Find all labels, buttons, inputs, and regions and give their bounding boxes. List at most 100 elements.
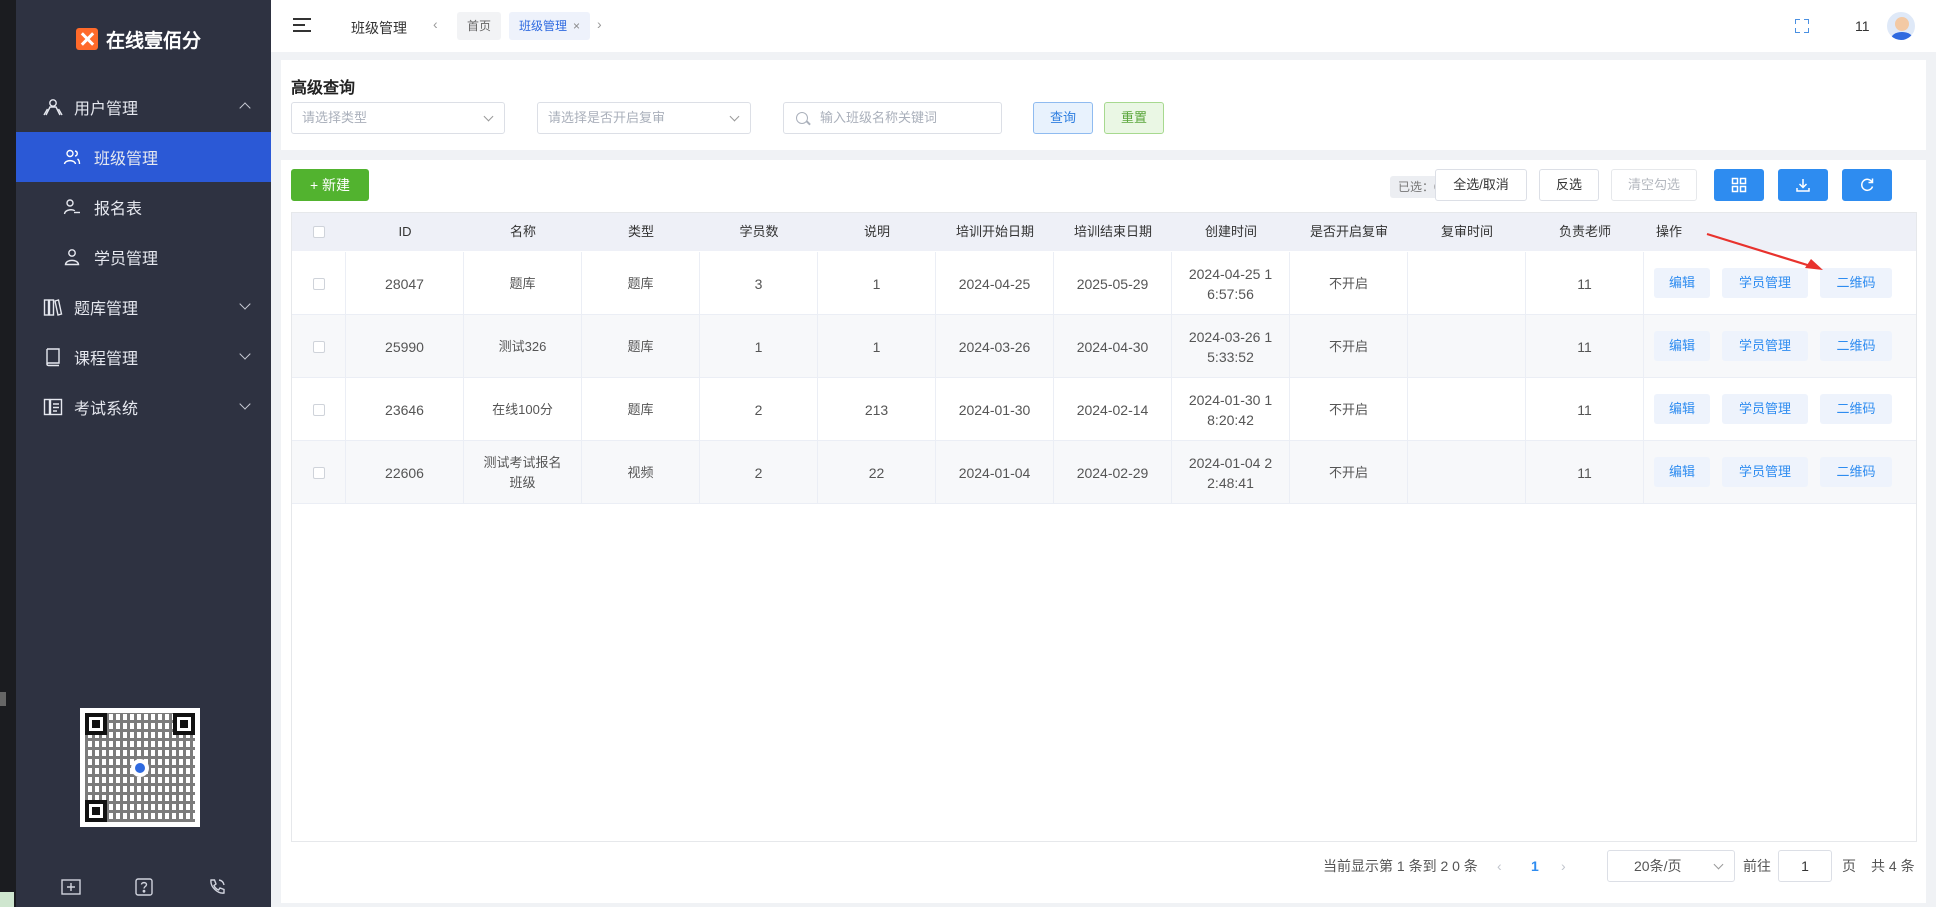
- column-header[interactable]: 名称: [464, 213, 582, 251]
- row-checkbox[interactable]: [292, 441, 346, 504]
- cell-id: 25990: [346, 315, 464, 378]
- cell-id: 22606: [346, 441, 464, 504]
- cell-line: 2024-01-04 2: [1188, 454, 1273, 471]
- menu-label: 课程管理: [74, 351, 139, 368]
- sidebar-item-label: 报名表: [94, 201, 143, 218]
- menu-exam-system[interactable]: 考试系统: [16, 382, 271, 432]
- collapse-sidebar-icon[interactable]: [60, 876, 82, 898]
- panel-title: 高级查询: [291, 80, 356, 97]
- menu-toggle-icon[interactable]: [293, 18, 311, 32]
- sidebar-item-student-management[interactable]: 学员管理: [16, 232, 271, 282]
- table-row[interactable]: 23646 在线100分 题库 2 213 2024-01-30 2024-02…: [292, 378, 1916, 441]
- column-header[interactable]: 说明: [818, 213, 936, 251]
- column-header[interactable]: 是否开启复审: [1290, 213, 1408, 251]
- top-bar: 班级管理 ‹ 首页 班级管理 × › 11: [271, 0, 1936, 52]
- cell-line: 6:57:56: [1207, 285, 1254, 302]
- goto-page-input[interactable]: 1: [1778, 850, 1832, 882]
- tab-home[interactable]: 首页: [457, 12, 502, 40]
- menu-user-management[interactable]: 用户管理: [16, 82, 271, 132]
- qrcode-button[interactable]: 二维码: [1820, 268, 1892, 298]
- new-button[interactable]: + 新建: [291, 169, 369, 201]
- column-header[interactable]: 类型: [582, 213, 700, 251]
- student-management-button[interactable]: 学员管理: [1722, 457, 1808, 487]
- type-select[interactable]: 请选择类型: [291, 102, 505, 134]
- select-all-button[interactable]: 全选/取消: [1435, 169, 1527, 201]
- qrcode-button[interactable]: 二维码: [1820, 331, 1892, 361]
- prev-page-icon[interactable]: ‹: [1497, 850, 1502, 882]
- select-placeholder: 请选择是否开启复审: [548, 110, 666, 125]
- column-header[interactable]: 培训开始日期: [936, 213, 1054, 251]
- menu-question-bank[interactable]: 题库管理: [16, 282, 271, 332]
- tab-label: 首页: [467, 19, 492, 33]
- grid-view-button[interactable]: [1714, 169, 1764, 201]
- column-header: 操作: [1655, 224, 1682, 239]
- sidebar-item-class-management[interactable]: 班级管理: [16, 132, 271, 182]
- download-button[interactable]: [1778, 169, 1828, 201]
- page-size-select[interactable]: 20条/页: [1607, 850, 1735, 882]
- goto-label: 前往: [1743, 858, 1771, 874]
- student-management-button[interactable]: 学员管理: [1722, 394, 1808, 424]
- cell-teacher: 11: [1526, 441, 1644, 504]
- cell-name: 在线100分: [464, 378, 582, 441]
- page-number-current[interactable]: 1: [1531, 850, 1539, 882]
- column-header[interactable]: 复审时间: [1408, 213, 1526, 251]
- edit-button[interactable]: 编辑: [1654, 457, 1710, 487]
- cell-start-date: 2024-01-30: [936, 378, 1054, 441]
- student-management-button[interactable]: 学员管理: [1722, 331, 1808, 361]
- student-management-button[interactable]: 学员管理: [1722, 268, 1808, 298]
- input-placeholder: 输入班级名称关键词: [820, 110, 938, 125]
- chevron-down-icon: [483, 111, 494, 122]
- tab-class-management[interactable]: 班级管理 ×: [509, 12, 591, 40]
- column-header[interactable]: 创建时间: [1172, 213, 1290, 251]
- chevron-down-icon: [1713, 859, 1724, 870]
- pagination-summary: 当前显示第 1 条到 2 0 条: [1323, 858, 1478, 874]
- row-checkbox[interactable]: [292, 315, 346, 378]
- qrcode-button[interactable]: 二维码: [1820, 394, 1892, 424]
- query-button[interactable]: 查询: [1033, 102, 1093, 134]
- review-select[interactable]: 请选择是否开启复审: [537, 102, 751, 134]
- table-row[interactable]: 28047 题库 题库 3 1 2024-04-25 2025-05-29 20…: [292, 252, 1916, 315]
- select-all-checkbox[interactable]: [292, 213, 346, 251]
- qr-eye: [173, 713, 195, 735]
- column-header[interactable]: 培训结束日期: [1054, 213, 1172, 251]
- menu-course-management[interactable]: 课程管理: [16, 332, 271, 382]
- clear-selection-button[interactable]: 清空勾选: [1611, 169, 1697, 201]
- cell-start-date: 2024-03-26: [936, 315, 1054, 378]
- help-icon[interactable]: [133, 876, 155, 898]
- cell-line: 2024-01-30 1: [1188, 391, 1273, 408]
- cell-review-time: [1408, 378, 1526, 441]
- left-screen-edge: [0, 0, 16, 907]
- edit-button[interactable]: 编辑: [1654, 268, 1710, 298]
- cell-teacher: 11: [1526, 252, 1644, 315]
- phone-icon[interactable]: [206, 876, 228, 898]
- table-row[interactable]: 22606 测试考试报名 班级 视频 2 22 2024-01-04 2024-0…: [292, 441, 1916, 504]
- table-row[interactable]: 25990 测试326 题库 1 1 2024-03-26 2024-04-30…: [292, 315, 1916, 378]
- avatar[interactable]: [1885, 10, 1917, 42]
- select-placeholder: 请选择类型: [302, 110, 368, 125]
- column-header[interactable]: ID: [346, 213, 464, 251]
- column-header[interactable]: 负责老师: [1526, 213, 1644, 251]
- next-page-icon[interactable]: ›: [1561, 850, 1566, 882]
- invert-selection-button[interactable]: 反选: [1539, 169, 1599, 201]
- refresh-button[interactable]: [1842, 169, 1892, 201]
- username[interactable]: 11: [1855, 18, 1870, 34]
- tabs-scroll-left-icon[interactable]: ‹: [433, 16, 438, 32]
- app-logo[interactable]: 在线壹佰分: [76, 24, 201, 54]
- column-header[interactable]: 学员数: [700, 213, 818, 251]
- close-icon[interactable]: ×: [573, 19, 580, 33]
- cell-start-date: 2024-01-04: [936, 441, 1054, 504]
- edge-marker: [0, 892, 14, 907]
- row-checkbox[interactable]: [292, 252, 346, 315]
- reset-button[interactable]: 重置: [1104, 102, 1164, 134]
- fullscreen-icon[interactable]: [1795, 19, 1809, 33]
- cell-type: 题库: [582, 315, 700, 378]
- qrcode-button[interactable]: 二维码: [1820, 457, 1892, 487]
- row-checkbox[interactable]: [292, 378, 346, 441]
- tabs-scroll-right-icon[interactable]: ›: [597, 16, 602, 32]
- refresh-icon: [1861, 178, 1874, 192]
- keyword-search-input[interactable]: 输入班级名称关键词: [783, 102, 1002, 134]
- edit-button[interactable]: 编辑: [1654, 394, 1710, 424]
- edit-button[interactable]: 编辑: [1654, 331, 1710, 361]
- student-icon: [62, 247, 82, 267]
- sidebar-item-signup-form[interactable]: 报名表: [16, 182, 271, 232]
